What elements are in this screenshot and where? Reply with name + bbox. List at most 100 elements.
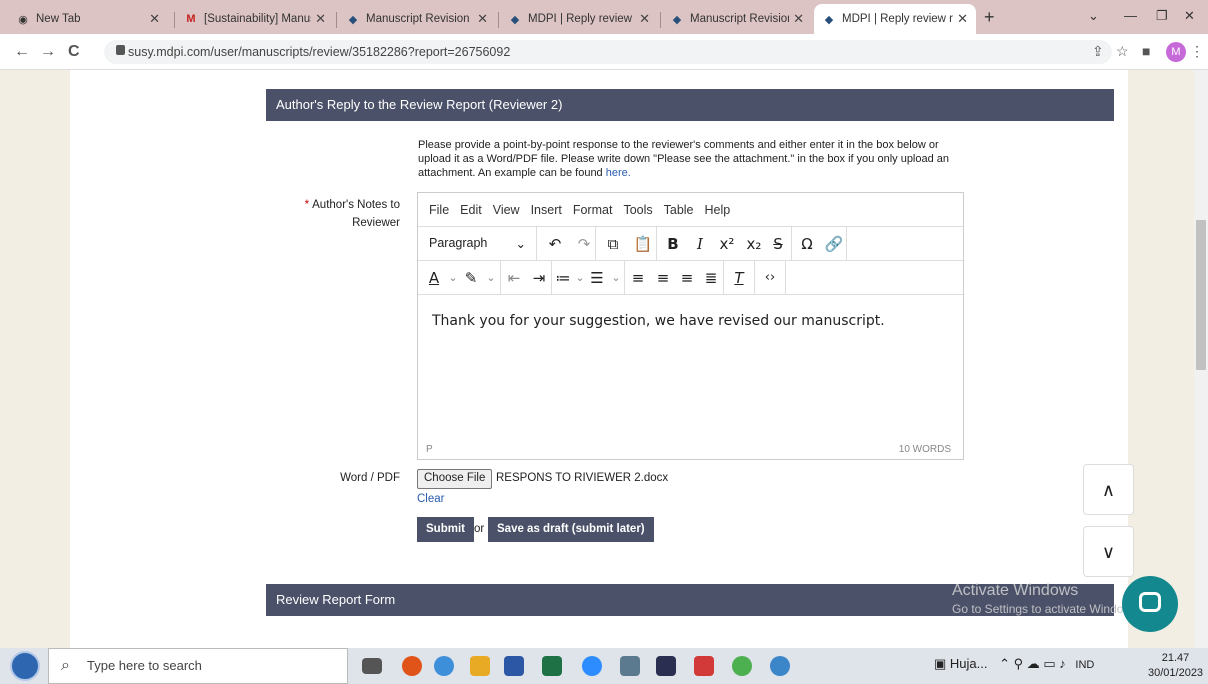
chevron-down-icon[interactable]: ⌄ — [608, 271, 624, 284]
numbered-list-icon[interactable]: ≔ — [552, 269, 574, 287]
menu-file[interactable]: File — [429, 203, 449, 217]
special-char-icon[interactable]: Ω — [792, 235, 822, 253]
tab-mdpi-reply-active[interactable]: ◆ MDPI | Reply review re ✕ — [814, 4, 976, 34]
close-icon[interactable]: ✕ — [639, 11, 650, 27]
chevron-down-icon[interactable]: ⌄ — [482, 271, 500, 284]
forward-icon[interactable]: → — [40, 43, 56, 61]
excel-icon[interactable] — [542, 656, 562, 676]
chevron-down-icon[interactable]: ⌄ — [574, 271, 586, 284]
undo-icon[interactable]: ↶ — [537, 235, 573, 253]
block-format-select[interactable]: Paragraph ⌄ — [418, 236, 536, 251]
tray-icons[interactable]: ⌃ ⚲ ☁ ▭ ♪ — [999, 656, 1066, 671]
indent-icon[interactable]: ⇥ — [527, 269, 551, 287]
profile-avatar[interactable]: M — [1166, 42, 1186, 62]
chevron-down-icon[interactable]: ⌄ — [446, 271, 460, 284]
menu-tools[interactable]: Tools — [623, 203, 652, 217]
scroll-down-button[interactable]: ∨ — [1083, 526, 1134, 577]
bookmark-star-icon[interactable]: ☆ — [1116, 43, 1129, 60]
minimize-button[interactable]: — — [1124, 8, 1137, 23]
chrome-taskbar-icon[interactable] — [434, 656, 454, 676]
menu-edit[interactable]: Edit — [460, 203, 482, 217]
zoom-icon[interactable] — [582, 656, 602, 676]
strikethrough-icon[interactable]: S — [765, 235, 791, 253]
chrome-profile-icon[interactable] — [770, 656, 790, 676]
app-icon[interactable] — [620, 656, 640, 676]
menu-dots-icon[interactable]: ⋮ — [1190, 43, 1204, 60]
clear-link[interactable]: Clear — [417, 493, 444, 505]
highlight-color-icon[interactable]: ✎ — [460, 269, 482, 287]
photoshop-icon[interactable] — [656, 656, 676, 676]
menu-table[interactable]: Table — [664, 203, 694, 217]
share-icon[interactable]: ⇪ — [1092, 43, 1104, 60]
justify-icon[interactable]: ≣ — [699, 269, 723, 287]
editor-statusbar: P 10 WORDS — [418, 441, 963, 459]
editor-content[interactable]: Thank you for your suggestion, we have r… — [432, 313, 885, 329]
close-icon[interactable]: ✕ — [149, 11, 160, 27]
close-icon[interactable]: ✕ — [315, 11, 326, 27]
mendeley-icon[interactable] — [694, 656, 714, 676]
choose-file-button[interactable]: Choose File — [417, 469, 493, 489]
scrollbar-thumb[interactable] — [1196, 220, 1206, 370]
word-icon[interactable] — [504, 656, 524, 676]
italic-icon[interactable]: I — [689, 235, 711, 253]
align-right-icon[interactable]: ≡ — [675, 269, 699, 287]
lock-icon[interactable] — [116, 45, 125, 55]
menu-view[interactable]: View — [493, 203, 520, 217]
file-explorer-icon[interactable] — [470, 656, 490, 676]
bullet-list-icon[interactable]: ☰ — [586, 269, 608, 287]
editor-toolbar-row-2: A ⌄ ✎ ⌄ ⇤ ⇥ ≔ ⌄ ☰ ⌄ ≡ ≡ ≡ ≣ T ‹› — [418, 260, 963, 295]
tab-new-tab[interactable]: ◉ New Tab ✕ — [8, 4, 168, 34]
weather-icon[interactable]: ▣ — [934, 656, 946, 671]
chat-widget-button[interactable] — [1122, 576, 1178, 632]
close-icon[interactable]: ✕ — [477, 11, 488, 27]
url-field[interactable]: susy.mdpi.com/user/manuscripts/review/35… — [104, 40, 1112, 64]
tab-gmail[interactable]: M [Sustainability] Manus ✕ — [176, 4, 334, 34]
copy-icon[interactable]: ⧉ — [596, 235, 630, 253]
side-panel-icon[interactable]: ■ — [1142, 43, 1150, 59]
menu-format[interactable]: Format — [573, 203, 613, 217]
wechat-icon[interactable] — [732, 656, 752, 676]
align-left-icon[interactable]: ≡ — [625, 269, 651, 287]
editor-toolbar-row-1: Paragraph ⌄ ↶ ↷ ⧉ 📋 B I x² x₂ S Ω 🔗 — [418, 226, 963, 261]
new-tab-button[interactable]: + — [984, 7, 995, 28]
start-button[interactable] — [10, 651, 40, 681]
reload-icon[interactable]: C — [68, 43, 80, 61]
superscript-icon[interactable]: x² — [711, 235, 743, 253]
close-icon[interactable]: ✕ — [957, 11, 968, 27]
scroll-up-button[interactable]: ∧ — [1083, 464, 1134, 515]
address-toolbar: ← → C susy.mdpi.com/user/manuscripts/rev… — [0, 34, 1208, 70]
clear-format-icon[interactable]: T — [724, 269, 754, 287]
restore-button[interactable]: ❐ — [1156, 8, 1168, 24]
clock[interactable]: 21.47 30/01/2023 — [1148, 651, 1203, 681]
taskbar-search[interactable]: ⌕ Type here to search — [48, 648, 348, 684]
source-code-icon[interactable]: ‹› — [755, 270, 785, 285]
text-color-icon[interactable]: A — [422, 269, 446, 287]
tab-manuscript-revision-2[interactable]: ◆ Manuscript Revision ✕ — [662, 4, 812, 34]
windows-taskbar: ⌕ Type here to search ▣ Huja... ⌃ ⚲ ☁ ▭ … — [0, 648, 1208, 684]
link-icon[interactable]: 🔗 — [822, 235, 846, 253]
redo-icon[interactable]: ↷ — [573, 235, 595, 253]
close-icon[interactable]: ✕ — [793, 11, 804, 27]
align-center-icon[interactable]: ≡ — [651, 269, 675, 287]
rich-text-editor[interactable]: File Edit View Insert Format Tools Table… — [417, 192, 964, 460]
app-icon[interactable] — [402, 656, 422, 676]
paste-icon[interactable]: 📋 — [630, 235, 656, 253]
tab-search-icon[interactable]: ⌄ — [1088, 8, 1099, 24]
mdpi-icon: ◆ — [672, 13, 682, 26]
submit-button[interactable]: Submit — [417, 517, 474, 542]
bold-icon[interactable]: B — [657, 235, 689, 253]
example-link[interactable]: here. — [606, 167, 631, 179]
tab-mdpi-reply[interactable]: ◆ MDPI | Reply review re ✕ — [500, 4, 658, 34]
menu-insert[interactable]: Insert — [531, 203, 562, 217]
outdent-icon[interactable]: ⇤ — [501, 269, 527, 287]
task-view-icon[interactable] — [362, 658, 382, 674]
subscript-icon[interactable]: x₂ — [743, 235, 765, 253]
window-close-button[interactable]: ✕ — [1184, 8, 1195, 24]
tab-manuscript-revision[interactable]: ◆ Manuscript Revision ✕ — [338, 4, 496, 34]
vertical-scrollbar[interactable] — [1194, 70, 1208, 648]
menu-help[interactable]: Help — [705, 203, 731, 217]
required-mark: * — [304, 199, 310, 211]
instructions-text: Please provide a point-by-point response… — [418, 139, 950, 179]
save-draft-button[interactable]: Save as draft (submit later) — [488, 517, 654, 542]
back-icon[interactable]: ← — [14, 43, 30, 61]
